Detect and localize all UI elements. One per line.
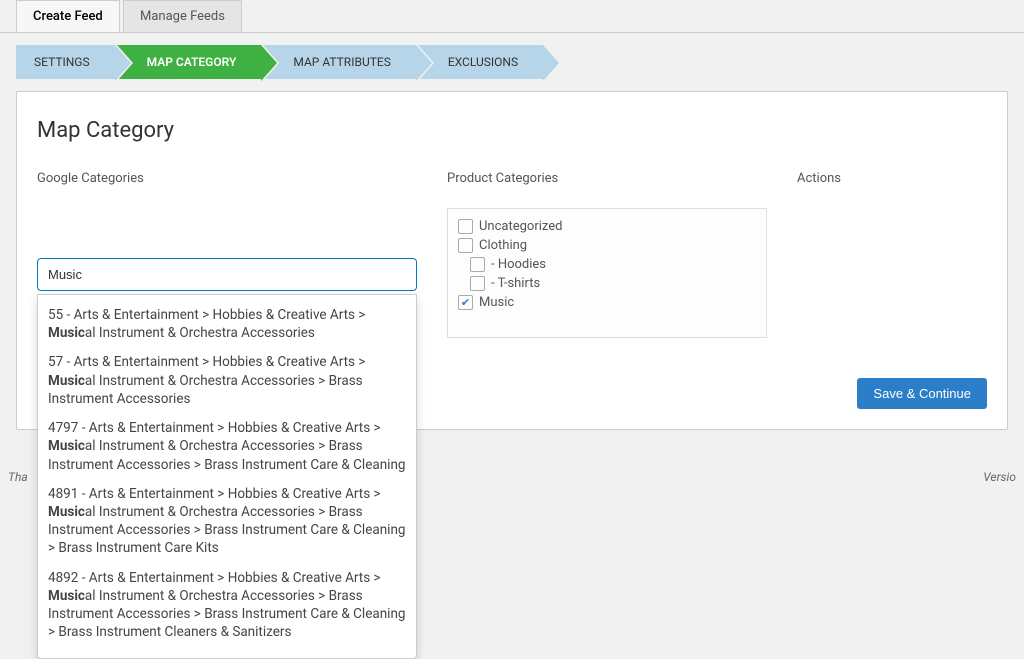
autocomplete-dropdown: 55 - Arts & Entertainment > Hobbies & Cr… bbox=[37, 294, 417, 659]
step-map-category[interactable]: MAP CATEGORY bbox=[117, 45, 262, 79]
category-row[interactable]: ✔ Music bbox=[458, 293, 756, 312]
category-checkbox[interactable] bbox=[470, 276, 485, 291]
category-row[interactable]: Clothing bbox=[458, 236, 756, 255]
label-google-categories: Google Categories bbox=[37, 171, 417, 186]
autocomplete-option[interactable]: 4797 - Arts & Entertainment > Hobbies & … bbox=[48, 416, 406, 482]
step-map-attributes[interactable]: MAP ATTRIBUTES bbox=[263, 45, 415, 79]
step-exclusions[interactable]: EXCLUSIONS bbox=[418, 45, 543, 79]
category-label: - Hoodies bbox=[491, 257, 546, 272]
tab-manage-feeds[interactable]: Manage Feeds bbox=[123, 0, 242, 32]
google-category-search-input[interactable] bbox=[37, 258, 417, 291]
category-label: - T-shirts bbox=[491, 276, 540, 291]
label-actions: Actions bbox=[797, 171, 987, 186]
footer-right-text: Versio bbox=[983, 470, 1016, 484]
category-label: Clothing bbox=[479, 238, 527, 253]
category-label: Music bbox=[479, 295, 514, 310]
step-settings[interactable]: SETTINGS bbox=[16, 45, 115, 79]
category-checkbox[interactable] bbox=[470, 257, 485, 272]
footer-left-text: Tha bbox=[8, 470, 28, 484]
label-product-categories: Product Categories bbox=[447, 171, 767, 186]
autocomplete-option[interactable]: 4892 - Arts & Entertainment > Hobbies & … bbox=[48, 566, 406, 650]
category-checkbox[interactable] bbox=[458, 219, 473, 234]
category-row[interactable]: Uncategorized bbox=[458, 217, 756, 236]
save-continue-button[interactable]: Save & Continue bbox=[857, 378, 987, 409]
product-category-listbox[interactable]: Uncategorized Clothing - Hoodies - T-shirts… bbox=[447, 208, 767, 338]
tab-create-feed[interactable]: Create Feed bbox=[16, 0, 120, 32]
category-checkbox[interactable]: ✔ bbox=[458, 295, 473, 310]
autocomplete-option[interactable]: 4891 - Arts & Entertainment > Hobbies & … bbox=[48, 482, 406, 566]
card-map-category: Map Category Google Categories 55 - Arts… bbox=[16, 91, 1008, 430]
tab-bar: Create Feed Manage Feeds bbox=[0, 0, 1024, 33]
category-checkbox[interactable] bbox=[458, 238, 473, 253]
category-row[interactable]: - T-shirts bbox=[458, 274, 756, 293]
category-label: Uncategorized bbox=[479, 219, 562, 234]
step-wizard: SETTINGS MAP CATEGORY MAP ATTRIBUTES EXC… bbox=[0, 33, 1024, 91]
page-title: Map Category bbox=[37, 118, 987, 143]
autocomplete-option[interactable]: 55 - Arts & Entertainment > Hobbies & Cr… bbox=[48, 303, 406, 350]
autocomplete-option[interactable]: 57 - Arts & Entertainment > Hobbies & Cr… bbox=[48, 350, 406, 416]
category-row[interactable]: - Hoodies bbox=[458, 255, 756, 274]
